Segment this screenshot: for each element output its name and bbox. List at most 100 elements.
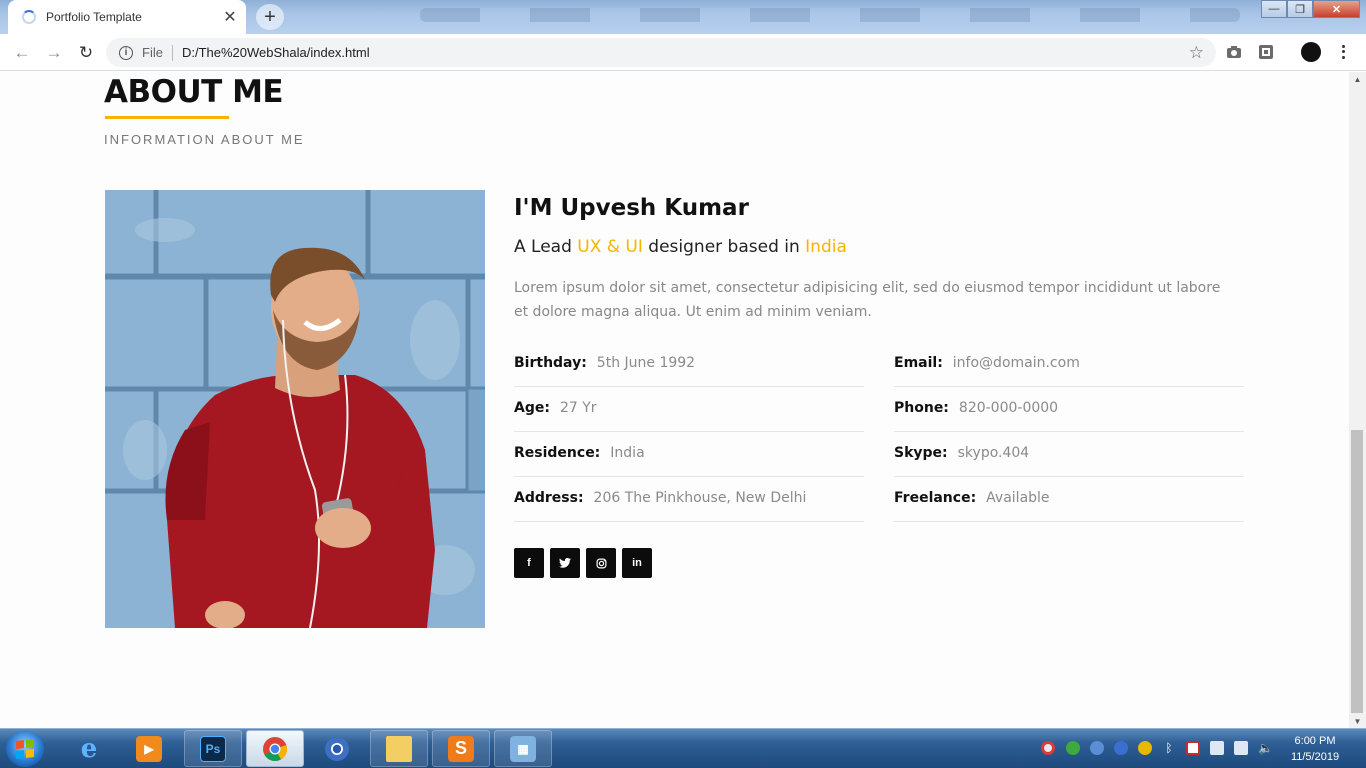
site-info-icon[interactable]: i xyxy=(119,45,133,60)
tray-network-error-icon[interactable] xyxy=(1186,741,1200,755)
close-window-button[interactable]: ✕ xyxy=(1313,0,1360,18)
scrollbar-thumb[interactable] xyxy=(1351,430,1363,713)
scroll-up-arrow-icon[interactable]: ▲ xyxy=(1349,72,1366,86)
detail-row-residence: Residence: India xyxy=(514,432,864,477)
taskbar-chrome-canary[interactable] xyxy=(308,730,366,767)
address-bar[interactable]: i File D:/The%20WebShala/index.html ☆ xyxy=(106,38,1216,67)
screenshot-extension-icon[interactable] xyxy=(1257,43,1275,61)
clock-date: 11/5/2019 xyxy=(1290,751,1340,763)
taskbar-control-panel[interactable]: ▦ xyxy=(494,730,552,767)
detail-label: Skype: xyxy=(894,445,948,461)
details-left-column: Birthday: 5th June 1992 Age: 27 Yr Resid… xyxy=(514,342,864,522)
control-panel-icon: ▦ xyxy=(510,735,536,762)
scroll-down-arrow-icon[interactable]: ▼ xyxy=(1349,714,1366,728)
detail-value: info@domain.com xyxy=(952,355,1080,371)
address-scheme: File xyxy=(142,45,163,60)
detail-row-phone: Phone: 820-000-0000 xyxy=(894,387,1244,432)
detail-value: 27 Yr xyxy=(559,400,597,416)
tray-devices-icon[interactable] xyxy=(1234,741,1248,755)
detail-row-address: Address: 206 The Pinkhouse, New Delhi xyxy=(514,477,864,522)
detail-value: 820-000-0000 xyxy=(958,400,1059,416)
maximize-window-button[interactable]: ❐ xyxy=(1287,0,1313,18)
tagline-prefix: A Lead xyxy=(514,237,578,257)
tagline-middle: designer based in xyxy=(642,237,806,257)
tagline-highlight-role: UX & UI xyxy=(577,237,643,257)
windows-logo-icon xyxy=(16,739,34,759)
taskbar-media-player[interactable]: ▶ xyxy=(120,730,178,767)
reload-icon[interactable]: ↻ xyxy=(74,41,98,65)
profile-photo xyxy=(105,190,485,628)
page-scrollbar[interactable]: ▲ ▼ xyxy=(1349,72,1366,728)
profile-avatar[interactable] xyxy=(1301,42,1321,62)
clock-time: 6:00 PM xyxy=(1294,735,1336,747)
detail-value: 206 The Pinkhouse, New Delhi xyxy=(593,490,807,506)
detail-value: 5th June 1992 xyxy=(596,355,696,371)
forward-arrow-icon[interactable]: → xyxy=(42,41,66,65)
linkedin-icon[interactable]: in xyxy=(622,548,652,578)
desktop-background-blur xyxy=(420,8,1240,22)
close-tab-icon[interactable]: ✕ xyxy=(220,7,240,27)
taskbar-chrome[interactable] xyxy=(246,730,304,767)
start-button[interactable] xyxy=(6,731,44,767)
detail-label: Birthday: xyxy=(514,355,587,371)
social-links: f in xyxy=(514,548,652,578)
tab-title: Portfolio Template xyxy=(46,10,142,24)
sublime-text-icon: S xyxy=(448,735,474,762)
detail-label: Address: xyxy=(514,490,584,506)
minimize-window-button[interactable]: — xyxy=(1261,0,1287,18)
loading-spinner-icon xyxy=(22,10,36,24)
tray-media-icon[interactable] xyxy=(1138,741,1152,755)
detail-row-birthday: Birthday: 5th June 1992 xyxy=(514,342,864,387)
twitter-icon[interactable] xyxy=(550,548,580,578)
taskbar-photoshop[interactable]: Ps xyxy=(184,730,242,767)
detail-value: Available xyxy=(986,490,1050,506)
tagline-highlight-location: India xyxy=(805,237,847,257)
facebook-icon[interactable]: f xyxy=(514,548,544,578)
taskbar-internet-explorer[interactable]: e xyxy=(60,730,118,767)
detail-row-age: Age: 27 Yr xyxy=(514,387,864,432)
address-separator xyxy=(171,44,173,61)
chrome-canary-icon xyxy=(324,736,350,762)
address-url[interactable]: D:/The%20WebShala/index.html xyxy=(182,45,370,60)
tray-shield-icon[interactable] xyxy=(1066,741,1080,755)
detail-row-freelance: Freelance: Available xyxy=(894,477,1244,522)
tray-antivirus-icon[interactable] xyxy=(1041,741,1055,755)
browser-toolbar: ← → ↻ i File D:/The%20WebShala/index.htm… xyxy=(0,34,1366,71)
new-tab-button[interactable]: + xyxy=(256,4,284,30)
browser-tab[interactable]: Portfolio Template ✕ xyxy=(8,0,246,34)
detail-label: Email: xyxy=(894,355,943,371)
details-right-column: Email: info@domain.com Phone: 820-000-00… xyxy=(894,342,1244,522)
tray-bluetooth-icon[interactable]: ᛒ xyxy=(1162,741,1176,755)
detail-row-skype: Skype: skypo.404 xyxy=(894,432,1244,477)
web-page: ABOUT ME INFORMATION ABOUT ME I'M Upvesh… xyxy=(0,72,1349,728)
taskbar-clock[interactable]: 6:00 PM 11/5/2019 xyxy=(1284,733,1346,765)
title-underline xyxy=(105,116,229,119)
media-player-icon: ▶ xyxy=(136,735,162,762)
chrome-icon xyxy=(262,736,288,762)
profile-bio: Lorem ipsum dolor sit amet, consectetur … xyxy=(514,280,1221,320)
tray-facebook-icon[interactable] xyxy=(1114,741,1128,755)
tray-volume-icon[interactable]: 🔈 xyxy=(1258,741,1273,755)
detail-value: skypo.404 xyxy=(957,445,1030,461)
detail-label: Residence: xyxy=(514,445,601,461)
bookmark-star-icon[interactable]: ☆ xyxy=(1189,43,1204,63)
internet-explorer-icon: e xyxy=(80,733,98,764)
detail-label: Phone: xyxy=(894,400,949,416)
detail-label: Age: xyxy=(514,400,550,416)
folder-icon xyxy=(386,735,412,762)
detail-value: India xyxy=(610,445,645,461)
section-subtitle: INFORMATION ABOUT ME xyxy=(104,132,305,147)
section-title: ABOUT ME xyxy=(104,74,284,110)
tray-action-center-icon[interactable] xyxy=(1210,741,1224,755)
profile-tagline: A Lead UX & UI designer based in India xyxy=(514,237,847,257)
profile-name: I'M Upvesh Kumar xyxy=(514,195,749,221)
photoshop-icon: Ps xyxy=(200,735,226,762)
taskbar-file-explorer[interactable] xyxy=(370,730,428,767)
detail-row-email: Email: info@domain.com xyxy=(894,342,1244,387)
back-arrow-icon[interactable]: ← xyxy=(10,41,34,65)
taskbar-sublime-text[interactable]: S xyxy=(432,730,490,767)
instagram-icon[interactable] xyxy=(586,548,616,578)
browser-menu-icon[interactable] xyxy=(1335,41,1351,63)
tray-update-icon[interactable] xyxy=(1090,741,1104,755)
camera-extension-icon[interactable] xyxy=(1225,43,1243,61)
